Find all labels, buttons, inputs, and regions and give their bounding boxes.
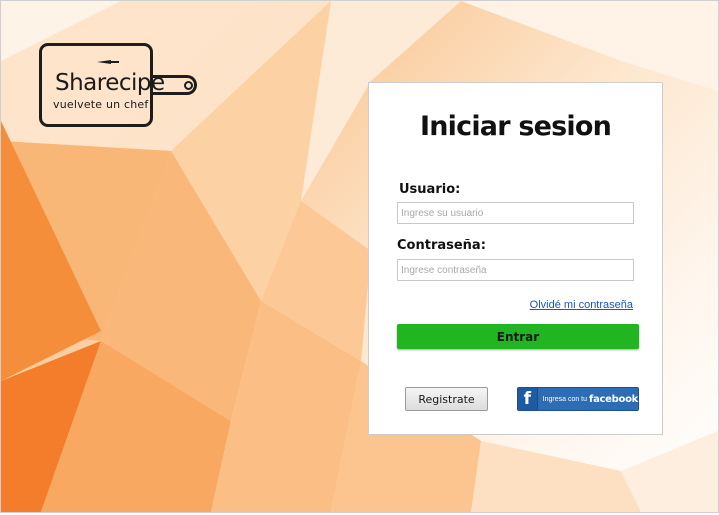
username-input[interactable] bbox=[397, 202, 634, 224]
facebook-f-icon: f bbox=[518, 388, 538, 410]
facebook-login-button[interactable]: f Ingresa con tu facebook bbox=[517, 387, 639, 411]
background: Sharecipe vuelvete un chef Iniciar sesio… bbox=[0, 0, 719, 513]
logo-tagline: vuelvete un chef bbox=[53, 98, 149, 111]
cutting-board-hole bbox=[184, 81, 193, 90]
knife-icon bbox=[97, 60, 119, 64]
login-button[interactable]: Entrar bbox=[397, 324, 639, 349]
username-label: Usuario: bbox=[399, 182, 461, 197]
facebook-button-brand: facebook bbox=[589, 393, 638, 405]
sharecipe-logo[interactable]: Sharecipe vuelvete un chef bbox=[39, 43, 203, 133]
facebook-button-prefix: Ingresa con tu bbox=[542, 395, 588, 403]
logo-name: Sharecipe bbox=[55, 70, 165, 96]
password-input[interactable] bbox=[397, 259, 634, 281]
login-card: Iniciar sesion Usuario: Contraseña: Olvi… bbox=[368, 82, 663, 435]
forgot-password-link[interactable]: Olvidé mi contraseña bbox=[530, 299, 633, 311]
register-button[interactable]: Registrate bbox=[405, 387, 488, 411]
password-label: Contraseña: bbox=[397, 238, 486, 253]
page-title: Iniciar sesion bbox=[420, 111, 612, 142]
